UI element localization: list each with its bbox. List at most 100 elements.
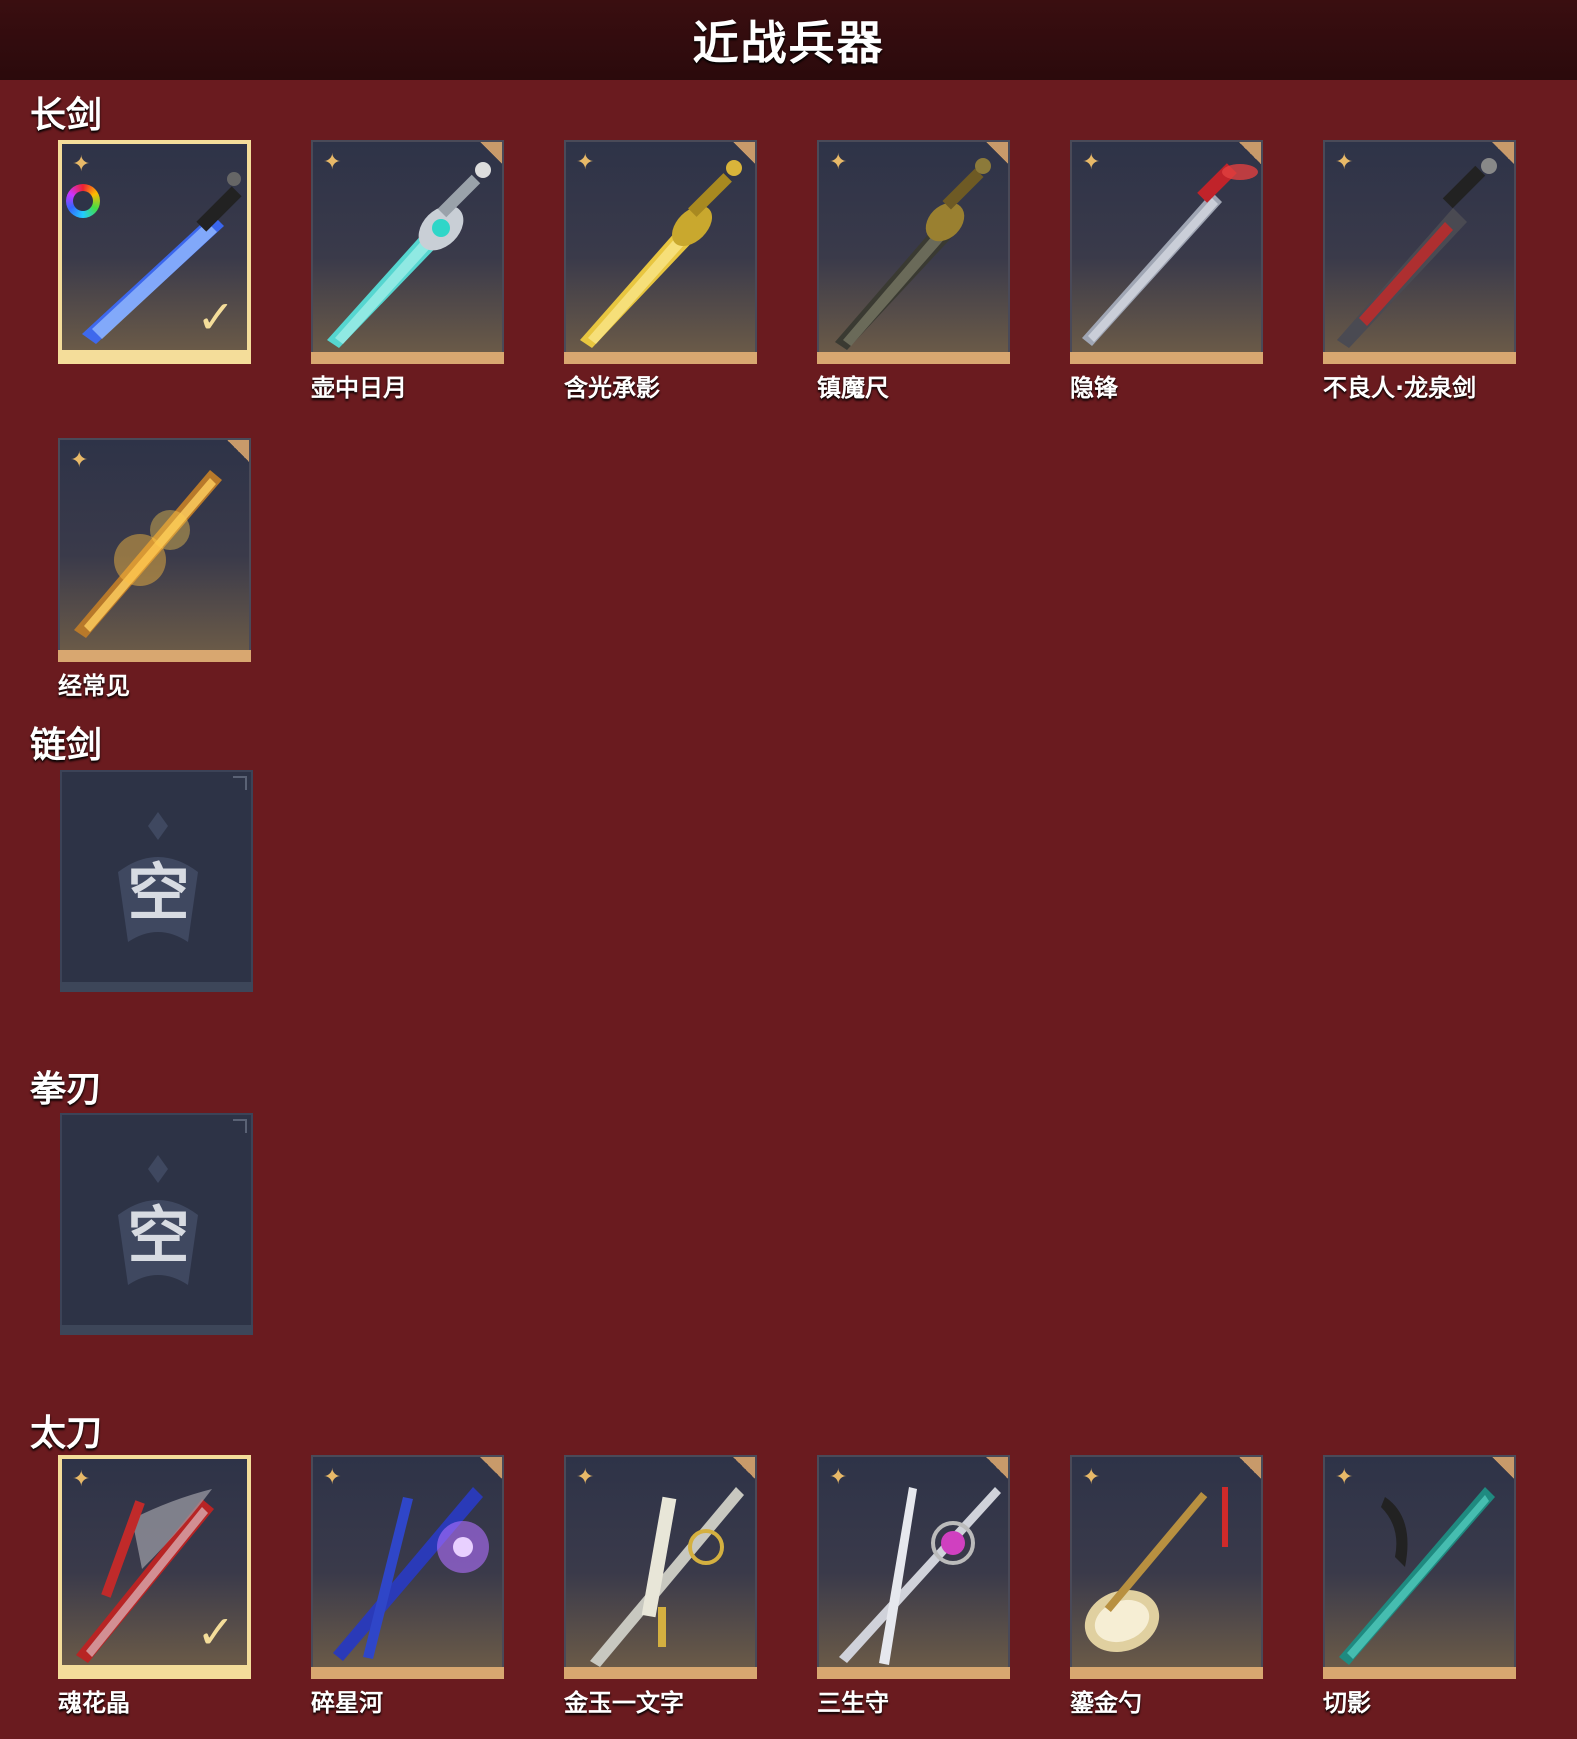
section-title-longsword: 长剑 — [30, 95, 103, 136]
weapon-name: 碎星河 — [311, 1689, 383, 1717]
card-frame: ✦ ✓ — [58, 1455, 251, 1669]
weapon-silver-sword-icon — [1082, 163, 1258, 346]
star-icon: ✦ — [70, 448, 89, 473]
card-bottom-bar — [817, 352, 1010, 364]
weapon-name: 壶中日月 — [311, 374, 407, 402]
weapon-name: 切影 — [1323, 1689, 1371, 1717]
star-icon: ✦ — [323, 1465, 342, 1490]
card-frame: ✦ ✓ — [58, 140, 251, 354]
card-frame: ✦ — [311, 140, 504, 354]
card-frame: ✦ — [1323, 1455, 1516, 1669]
corner-tab-icon — [1239, 1457, 1261, 1479]
corner-tab-icon — [986, 142, 1008, 164]
card-frame: ✦ — [1323, 140, 1516, 354]
card-bottom-bar — [58, 650, 251, 662]
card-frame: ✦ — [817, 1455, 1010, 1669]
weapon-violet-tachi-icon — [333, 1487, 489, 1661]
empty-slot-label: 空 — [127, 1199, 190, 1272]
weapon-golden-script-sword-icon — [74, 470, 222, 638]
corner-tab-icon — [1492, 1457, 1514, 1479]
weapon-emerald-tachi-icon — [1339, 1487, 1495, 1665]
star-icon: ✦ — [72, 1467, 91, 1492]
weapon-name: 魂花晶 — [58, 1689, 130, 1717]
star-icon: ✦ — [1335, 1465, 1354, 1490]
weapon-red-black-sword-icon — [1337, 158, 1497, 348]
weapon-name: 三生守 — [817, 1689, 889, 1717]
corner-tab-icon — [480, 1457, 502, 1479]
card-bottom-bar — [817, 1667, 1010, 1679]
star-icon: ✦ — [1082, 1465, 1101, 1490]
star-icon: ✦ — [576, 1465, 595, 1490]
empty-slot-label: 空 — [127, 856, 190, 929]
card-bottom-bar — [311, 352, 504, 364]
card-frame: ✦ — [1070, 140, 1263, 354]
star-icon: ✦ — [1335, 150, 1354, 175]
star-icon: ✦ — [323, 150, 342, 175]
card-bottom-bar — [1070, 1667, 1263, 1679]
card-bottom-bar — [1323, 352, 1516, 364]
weapon-name: 鎏金勺 — [1070, 1689, 1142, 1717]
weapon-name: 含光承影 — [564, 374, 660, 402]
weapon-card-longsword-4[interactable]: ✦ 隐锋 — [1070, 140, 1263, 402]
empty-slot-bottom-bar — [60, 982, 253, 992]
card-frame: ✦ — [564, 140, 757, 354]
weapon-card-tachi-3[interactable]: ✦ 三生守 — [817, 1455, 1010, 1717]
section-title-tachi: 太刀 — [30, 1413, 103, 1454]
weapon-card-tachi-1[interactable]: ✦ 碎星河 — [311, 1455, 504, 1717]
card-frame: ✦ — [311, 1455, 504, 1669]
star-icon: ✦ — [829, 1465, 848, 1490]
page-title: 近战兵器 — [692, 16, 885, 70]
empty-slot-chainsword[interactable]: 空 — [60, 770, 253, 994]
check-icon: ✓ — [196, 290, 235, 344]
star-icon: ✦ — [72, 152, 91, 177]
corner-tab-icon — [480, 142, 502, 164]
star-icon: ✦ — [1082, 150, 1101, 175]
empty-slot-bottom-bar — [60, 1325, 253, 1335]
star-icon: ✦ — [576, 150, 595, 175]
weapon-card-tachi-0[interactable]: ✦ ✓ 魂花晶 — [58, 1455, 251, 1717]
weapon-card-tachi-4[interactable]: ✦ 鎏金勺 — [1070, 1455, 1263, 1717]
weapon-gold-sword-icon — [580, 160, 742, 348]
section-title-chainsword: 链剑 — [30, 725, 103, 766]
card-bottom-bar — [564, 1667, 757, 1679]
weapon-card-longsword-6[interactable]: ✦ 经常见 — [58, 438, 251, 700]
weapon-jade-gold-tachi-icon — [590, 1487, 744, 1667]
weapon-card-longsword-1[interactable]: ✦ 壶中日月 — [311, 140, 504, 402]
star-icon: ✦ — [829, 150, 848, 175]
empty-slot-frame: 空 — [60, 770, 253, 984]
corner-tab-icon — [986, 1457, 1008, 1479]
card-bottom-bar — [1323, 1667, 1516, 1679]
weapon-name: 隐锋 — [1070, 374, 1118, 402]
weapon-jade-sword-icon — [327, 162, 491, 348]
weapon-card-tachi-5[interactable]: ✦ 切影 — [1323, 1455, 1516, 1717]
card-bottom-bar — [564, 352, 757, 364]
weapon-card-longsword-5[interactable]: ✦ 不良人·龙泉剑 — [1323, 140, 1516, 402]
check-icon: ✓ — [196, 1605, 235, 1659]
page-header: 近战兵器 — [0, 0, 1577, 80]
corner-tab-icon — [733, 1457, 755, 1479]
card-bottom-bar — [1070, 352, 1263, 364]
corner-tab-icon — [1492, 142, 1514, 164]
card-frame: ✦ — [1070, 1455, 1263, 1669]
weapon-name: 金玉一文字 — [564, 1689, 684, 1717]
weapon-card-longsword-2[interactable]: ✦ 含光承影 — [564, 140, 757, 402]
weapon-card-tachi-2[interactable]: ✦ 金玉一文字 — [564, 1455, 757, 1717]
card-frame: ✦ — [58, 438, 251, 652]
weapon-name: 不良人·龙泉剑 — [1323, 374, 1477, 402]
card-bottom-bar — [58, 352, 251, 364]
card-frame: ✦ — [564, 1455, 757, 1669]
corner-tab-icon — [733, 142, 755, 164]
weapon-card-longsword-0[interactable]: ✦ ✓ — [58, 140, 251, 364]
empty-slot-fistblade[interactable]: 空 — [60, 1113, 253, 1337]
card-bottom-bar — [311, 1667, 504, 1679]
card-bottom-bar — [58, 1667, 251, 1679]
weapon-golden-spoon-icon — [1084, 1487, 1228, 1653]
weapon-silver-twin-tachi-icon — [839, 1487, 1001, 1665]
corner-tab-icon — [233, 1119, 247, 1133]
empty-slot-frame: 空 — [60, 1113, 253, 1327]
weapon-name: 镇魔尺 — [817, 374, 889, 402]
color-ring-icon — [66, 184, 100, 218]
weapon-dark-sword-icon — [835, 158, 991, 350]
weapon-card-longsword-3[interactable]: ✦ 镇魔尺 — [817, 140, 1010, 402]
weapon-name: 经常见 — [58, 672, 130, 700]
